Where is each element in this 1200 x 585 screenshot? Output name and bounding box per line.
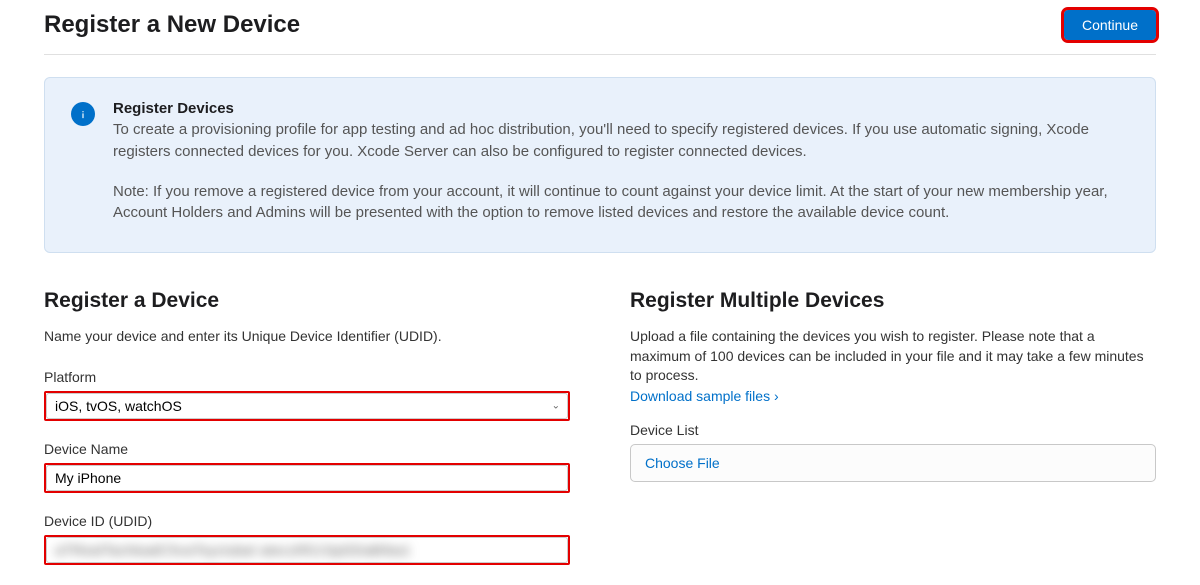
device-id-label: Device ID (UDID) [44,513,570,529]
page-header: Register a New Device Continue [44,0,1156,55]
info-paragraph-2: Note: If you remove a registered device … [113,181,1129,225]
device-name-input[interactable] [46,465,568,491]
device-id-input[interactable]: aTRealTachkadC5vaTsyclubal atecztfG1SpDD… [46,537,568,563]
info-paragraph-1: To create a provisioning profile for app… [113,119,1129,163]
continue-button[interactable]: Continue [1064,10,1156,40]
page-title: Register a New Device [44,11,300,39]
download-sample-link[interactable]: Download sample files [630,388,779,404]
platform-label: Platform [44,369,570,385]
register-device-title: Register a Device [44,289,570,313]
device-name-label: Device Name [44,441,570,457]
register-multiple-section: Register Multiple Devices Upload a file … [630,289,1156,565]
register-device-desc: Name your device and enter its Unique De… [44,327,570,347]
register-single-section: Register a Device Name your device and e… [44,289,570,565]
info-box: Register Devices To create a provisionin… [44,77,1156,253]
platform-select[interactable]: iOS, tvOS, watchOS [46,393,568,419]
info-icon [71,102,95,126]
register-multiple-title: Register Multiple Devices [630,289,1156,313]
info-title: Register Devices [113,100,1129,117]
choose-file-button[interactable]: Choose File [630,444,1156,482]
register-multiple-desc: Upload a file containing the devices you… [630,327,1156,386]
device-list-label: Device List [630,422,1156,438]
